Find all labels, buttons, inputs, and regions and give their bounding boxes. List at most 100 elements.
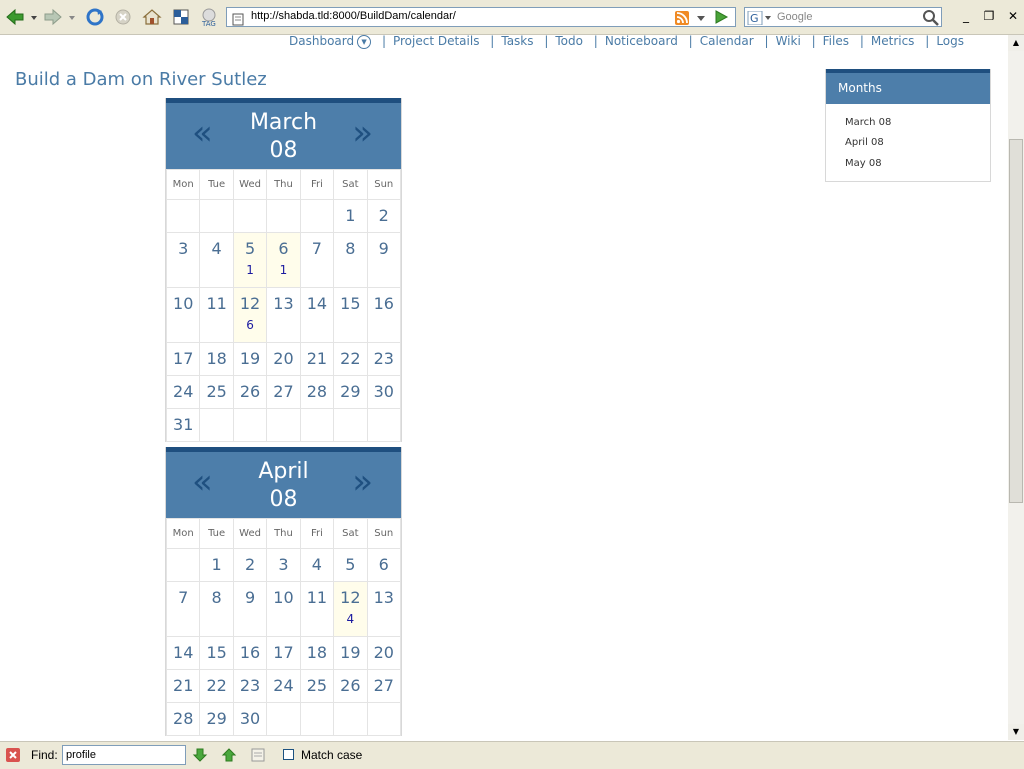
day-number[interactable]: 11 xyxy=(301,589,333,607)
find-next-icon[interactable] xyxy=(192,747,208,763)
day-cell[interactable]: 6 xyxy=(366,548,402,582)
day-cell[interactable]: 7 xyxy=(165,581,201,637)
day-number[interactable]: 5 xyxy=(334,556,366,574)
day-cell[interactable]: 26 xyxy=(333,669,368,703)
day-cell[interactable]: 12 4 xyxy=(333,581,368,637)
nav-calendar[interactable]: Calendar xyxy=(700,35,754,48)
day-cell[interactable]: 16 xyxy=(232,636,268,670)
day-cell[interactable]: 30 xyxy=(232,702,268,736)
find-input[interactable] xyxy=(62,745,186,765)
nav-logs[interactable]: Logs xyxy=(936,35,964,48)
forward-history-icon[interactable] xyxy=(66,6,78,28)
stop-icon[interactable] xyxy=(112,6,134,28)
day-cell[interactable]: 28 xyxy=(299,375,335,409)
day-cell[interactable]: 21 xyxy=(299,342,335,376)
day-cell[interactable]: 3 xyxy=(165,232,201,288)
day-number[interactable]: 22 xyxy=(334,350,366,368)
day-cell[interactable]: 22 xyxy=(199,669,234,703)
day-cell[interactable]: 21 xyxy=(165,669,201,703)
day-number[interactable]: 13 xyxy=(368,589,400,607)
day-cell[interactable]: 2 xyxy=(232,548,268,582)
day-number[interactable]: 19 xyxy=(234,350,266,368)
day-number[interactable]: 26 xyxy=(234,383,266,401)
day-number[interactable]: 1 xyxy=(334,207,366,225)
day-cell[interactable]: 12 6 xyxy=(232,287,268,343)
day-number[interactable]: 29 xyxy=(334,383,366,401)
day-cell[interactable]: 14 xyxy=(165,636,201,670)
day-cell[interactable]: 5 xyxy=(333,548,368,582)
address-bar[interactable]: http://shabda.tld:8000/BuildDam/calendar… xyxy=(226,7,736,27)
day-number[interactable]: 27 xyxy=(368,677,400,695)
day-number[interactable]: 30 xyxy=(234,710,266,728)
nav-dashboard[interactable]: Dashboard xyxy=(289,35,354,48)
day-number[interactable]: 24 xyxy=(167,383,199,401)
vertical-scrollbar[interactable]: ▲ ▼ xyxy=(1008,35,1024,740)
nav-noticeboard[interactable]: Noticeboard xyxy=(605,35,678,48)
day-number[interactable]: 6 xyxy=(267,240,299,258)
day-cell[interactable]: 24 xyxy=(266,669,301,703)
day-cell[interactable]: 3 xyxy=(266,548,301,582)
day-number[interactable]: 21 xyxy=(301,350,333,368)
day-number[interactable]: 12 xyxy=(334,589,366,607)
close-find-icon[interactable] xyxy=(6,748,20,762)
day-number[interactable]: 10 xyxy=(267,589,299,607)
day-number[interactable]: 14 xyxy=(301,295,333,313)
search-input[interactable]: Google xyxy=(777,11,812,23)
day-number[interactable]: 8 xyxy=(334,240,366,258)
day-cell[interactable]: 27 xyxy=(266,375,301,409)
day-number[interactable]: 7 xyxy=(167,589,199,607)
find-previous-icon[interactable] xyxy=(221,747,237,763)
nav-wiki[interactable]: Wiki xyxy=(776,35,801,48)
nav-files[interactable]: Files xyxy=(823,35,849,48)
day-number[interactable]: 24 xyxy=(267,677,299,695)
day-number[interactable]: 28 xyxy=(167,710,199,728)
month-link-march[interactable]: March 08 xyxy=(845,117,891,128)
day-cell[interactable]: 8 xyxy=(333,232,368,288)
day-number[interactable]: 29 xyxy=(200,710,232,728)
day-cell[interactable]: 20 xyxy=(266,342,301,376)
day-cell[interactable]: 31 xyxy=(165,408,201,442)
day-cell[interactable]: 61 xyxy=(266,232,301,288)
day-cell[interactable]: 11 xyxy=(299,581,335,637)
day-number[interactable]: 25 xyxy=(200,383,232,401)
search-icon[interactable] xyxy=(919,6,941,28)
nav-todo[interactable]: Todo xyxy=(555,35,583,48)
day-cell[interactable]: 22 xyxy=(333,342,368,376)
day-cell[interactable]: 2 xyxy=(366,199,402,233)
month-link-april[interactable]: April 08 xyxy=(845,137,884,148)
day-number[interactable]: 6 xyxy=(368,556,400,574)
day-cell[interactable]: 4 xyxy=(199,232,234,288)
nav-metrics[interactable]: Metrics xyxy=(871,35,915,48)
day-number[interactable]: 3 xyxy=(267,556,299,574)
day-cell[interactable]: 18 xyxy=(299,636,335,670)
url-text[interactable]: http://shabda.tld:8000/BuildDam/calendar… xyxy=(251,10,456,22)
day-cell[interactable]: 27 xyxy=(366,669,402,703)
day-number[interactable]: 18 xyxy=(301,644,333,662)
event-count-link[interactable]: 4 xyxy=(334,612,366,626)
rss-feed-icon[interactable] xyxy=(675,10,689,25)
day-number[interactable]: 16 xyxy=(368,295,400,313)
day-number[interactable]: 16 xyxy=(234,644,266,662)
prev-month-button[interactable]: « xyxy=(192,113,213,153)
back-history-icon[interactable] xyxy=(28,6,40,28)
day-cell[interactable]: 17 xyxy=(266,636,301,670)
day-number[interactable]: 15 xyxy=(334,295,366,313)
day-number[interactable]: 18 xyxy=(200,350,232,368)
day-cell[interactable]: 20 xyxy=(366,636,402,670)
day-cell[interactable]: 30 xyxy=(366,375,402,409)
day-number[interactable]: 10 xyxy=(167,295,199,313)
day-cell[interactable]: 14 xyxy=(299,287,335,343)
day-cell[interactable]: 9 xyxy=(366,232,402,288)
day-cell[interactable]: 10 xyxy=(165,287,201,343)
reload-icon[interactable] xyxy=(84,6,106,28)
day-number[interactable]: 9 xyxy=(234,589,266,607)
restore-icon[interactable]: ❐ xyxy=(981,8,997,24)
day-number[interactable]: 14 xyxy=(167,644,199,662)
day-number[interactable]: 13 xyxy=(267,295,299,313)
day-number[interactable]: 11 xyxy=(200,295,232,313)
day-cell[interactable]: 19 xyxy=(333,636,368,670)
day-cell[interactable]: 18 xyxy=(199,342,234,376)
match-case-checkbox[interactable] xyxy=(283,749,294,760)
close-window-icon[interactable]: ✕ xyxy=(1005,8,1021,24)
day-number[interactable]: 26 xyxy=(334,677,366,695)
